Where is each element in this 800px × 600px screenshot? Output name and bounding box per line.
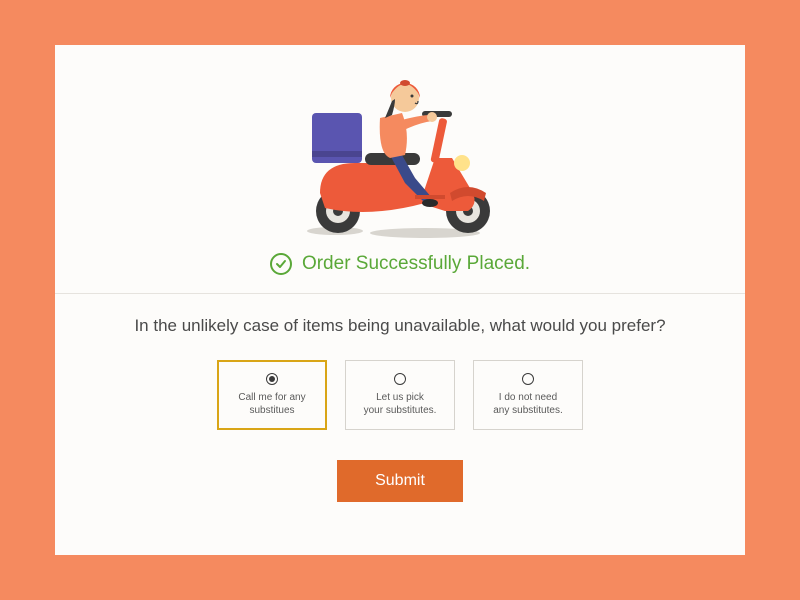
substitution-question: In the unlikely case of items being unav…: [134, 316, 665, 336]
option-call-me[interactable]: Call me for any substitues: [217, 360, 327, 430]
status-message: Order Successfully Placed.: [302, 253, 530, 275]
divider: [55, 293, 745, 294]
status-row: Order Successfully Placed.: [270, 253, 530, 275]
delivery-scooter-illustration: [270, 63, 530, 243]
option-label: Let us pick your substitutes.: [364, 391, 437, 417]
option-label: I do not need any substitutes.: [493, 391, 562, 417]
radio-icon: [522, 373, 534, 385]
radio-icon: [266, 373, 278, 385]
order-confirmation-card: Order Successfully Placed. In the unlike…: [55, 45, 745, 555]
radio-icon: [394, 373, 406, 385]
submit-button[interactable]: Submit: [337, 460, 463, 502]
option-let-us-pick[interactable]: Let us pick your substitutes.: [345, 360, 455, 430]
success-check-icon: [270, 253, 292, 275]
option-label: Call me for any substitues: [238, 391, 305, 417]
option-no-substitutes[interactable]: I do not need any substitutes.: [473, 360, 583, 430]
options-group: Call me for any substitues Let us pick y…: [217, 360, 583, 430]
